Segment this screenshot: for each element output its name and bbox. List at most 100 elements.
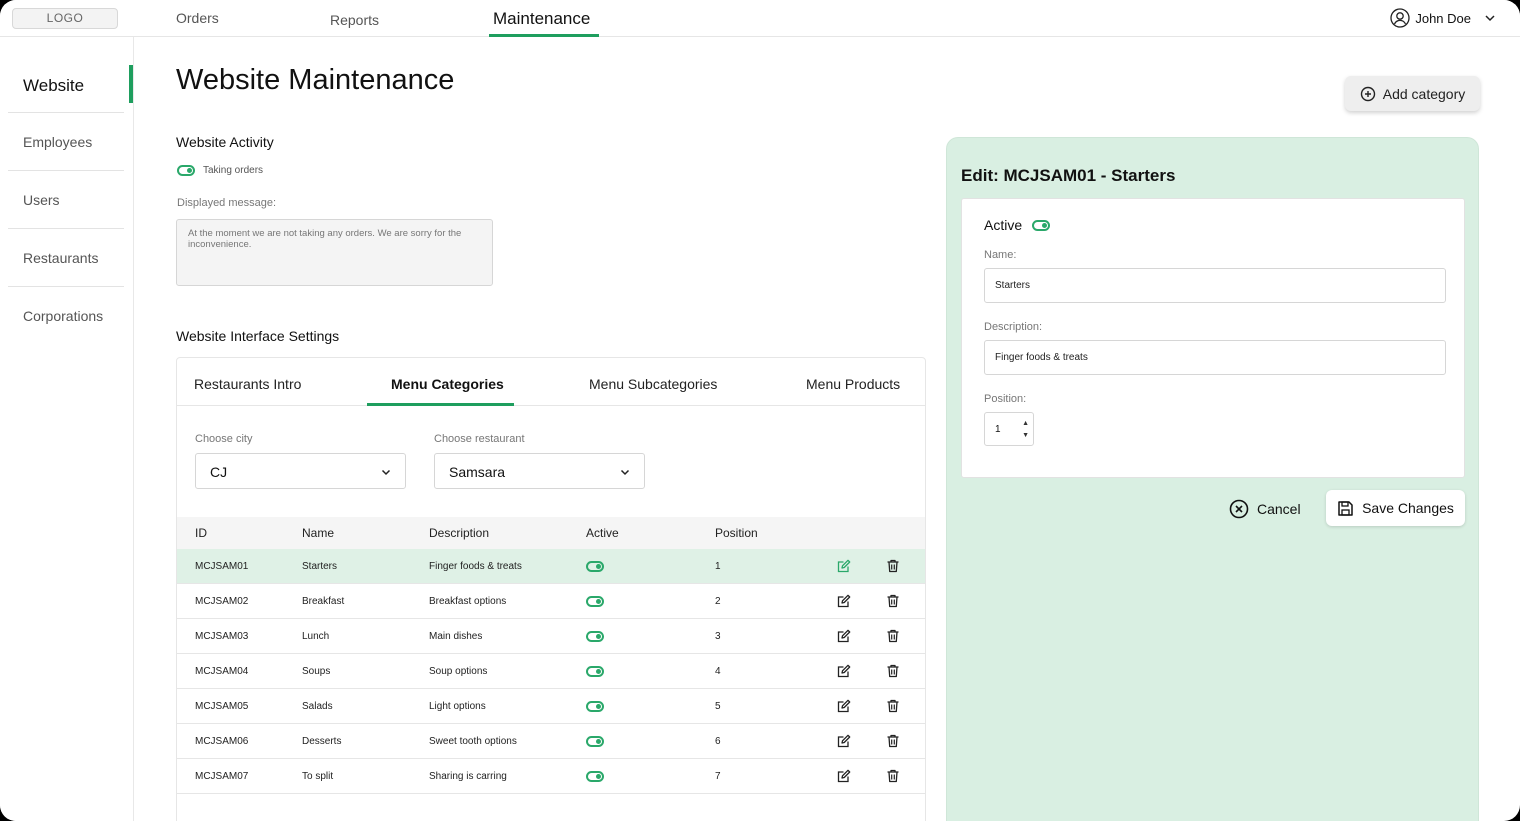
row-active-toggle[interactable]	[586, 771, 604, 782]
trash-icon[interactable]	[886, 594, 900, 613]
cell-name: Salads	[302, 701, 333, 712]
edit-form: Active Name: Starters Description: Finge…	[961, 198, 1465, 478]
top-navigation-bar: LOGO Orders Reports Maintenance John Doe	[0, 0, 1520, 37]
tab-menu-categories[interactable]: Menu Categories	[391, 376, 504, 392]
column-header-description: Description	[429, 526, 490, 540]
table-row[interactable]: MCJSAM02 Breakfast Breakfast options 2	[177, 584, 925, 619]
tab-restaurants-intro[interactable]: Restaurants Intro	[194, 376, 301, 392]
edit-icon[interactable]	[837, 734, 851, 753]
cell-position: 1	[715, 561, 721, 572]
chevron-down-icon	[381, 469, 391, 476]
row-active-toggle[interactable]	[586, 631, 604, 642]
sidebar: Website Employees Users Restaurants Corp…	[0, 37, 134, 821]
cell-position: 2	[715, 596, 721, 607]
nav-orders[interactable]: Orders	[176, 10, 219, 26]
position-label: Position:	[984, 393, 1027, 405]
sidebar-item-restaurants[interactable]: Restaurants	[8, 229, 124, 287]
add-category-label: Add category	[1382, 85, 1466, 102]
user-menu[interactable]: John Doe	[1390, 7, 1498, 29]
sidebar-item-label: Restaurants	[23, 250, 99, 266]
arrow-down-icon[interactable]: ▼	[1022, 430, 1029, 442]
edit-icon[interactable]	[837, 664, 851, 683]
cell-id: MCJSAM07	[195, 771, 249, 782]
position-stepper[interactable]: 1 ▲ ▼	[984, 412, 1034, 446]
row-active-toggle[interactable]	[586, 736, 604, 747]
name-label: Name:	[984, 249, 1017, 261]
row-active-toggle[interactable]	[586, 701, 604, 712]
trash-icon[interactable]	[886, 629, 900, 648]
cell-name: Starters	[302, 561, 338, 572]
trash-icon[interactable]	[886, 769, 900, 788]
tab-menu-products[interactable]: Menu Products	[806, 376, 900, 392]
page-title: Website Maintenance	[176, 64, 455, 96]
sidebar-item-employees[interactable]: Employees	[8, 113, 124, 171]
add-category-button[interactable]: Add category	[1345, 76, 1480, 111]
choose-city-label: Choose city	[195, 433, 253, 445]
arrow-up-icon[interactable]: ▲	[1022, 418, 1029, 430]
trash-icon[interactable]	[886, 559, 900, 578]
cell-position: 5	[715, 701, 721, 712]
name-field[interactable]: Starters	[984, 268, 1446, 303]
stepper-arrows[interactable]: ▲ ▼	[1022, 418, 1029, 442]
edit-icon[interactable]	[837, 699, 851, 718]
sidebar-item-corporations[interactable]: Corporations	[8, 287, 124, 345]
displayed-message-textarea[interactable]: At the moment we are not taking any orde…	[176, 219, 493, 286]
table-row[interactable]: MCJSAM06 Desserts Sweet tooth options 6	[177, 724, 925, 759]
table-row[interactable]: MCJSAM03 Lunch Main dishes 3	[177, 619, 925, 654]
tab-divider	[177, 405, 925, 406]
trash-icon[interactable]	[886, 734, 900, 753]
table-row[interactable]: MCJSAM05 Salads Light options 5	[177, 689, 925, 724]
column-header-name: Name	[302, 526, 335, 540]
table-header: ID Name Description Active Position	[177, 517, 925, 549]
tab-menu-subcategories[interactable]: Menu Subcategories	[589, 376, 717, 392]
cell-position: 3	[715, 631, 721, 642]
plus-circle-icon	[1360, 86, 1375, 101]
active-label: Active	[984, 217, 1023, 233]
website-activity-heading: Website Activity	[176, 134, 274, 150]
cell-name: Breakfast	[302, 596, 345, 607]
row-active-toggle[interactable]	[586, 561, 604, 572]
table-row[interactable]: MCJSAM07 To split Sharing is carring 7	[177, 759, 925, 794]
sidebar-item-website[interactable]: Website	[8, 55, 124, 113]
nav-maintenance[interactable]: Maintenance	[493, 9, 590, 29]
taking-orders-label: Taking orders	[203, 165, 264, 176]
cell-description: Soup options	[429, 666, 488, 677]
close-circle-icon	[1229, 499, 1249, 519]
restaurant-select[interactable]: Samsara	[434, 453, 645, 489]
cell-name: To split	[302, 771, 334, 782]
cell-id: MCJSAM01	[195, 561, 249, 572]
save-icon	[1338, 500, 1353, 516]
edit-category-panel: Edit: MCJSAM01 - Starters Active Name: S…	[946, 137, 1479, 821]
cell-description: Sharing is carring	[429, 771, 507, 782]
trash-icon[interactable]	[886, 664, 900, 683]
row-active-toggle[interactable]	[586, 666, 604, 677]
cell-name: Desserts	[302, 736, 342, 747]
city-select[interactable]: CJ	[195, 453, 406, 489]
table-row[interactable]: MCJSAM01 Starters Finger foods & treats 1	[177, 549, 925, 584]
description-field[interactable]: Finger foods & treats	[984, 340, 1446, 375]
edit-icon[interactable]	[837, 629, 851, 648]
column-header-position: Position	[715, 526, 758, 540]
cell-id: MCJSAM04	[195, 666, 249, 677]
edit-icon[interactable]	[837, 769, 851, 788]
cancel-button[interactable]: Cancel	[1229, 499, 1301, 519]
cell-name: Lunch	[302, 631, 330, 642]
nav-reports[interactable]: Reports	[330, 12, 379, 28]
trash-icon[interactable]	[886, 699, 900, 718]
displayed-message-label: Displayed message:	[177, 197, 277, 209]
cell-description: Light options	[429, 701, 486, 712]
table-row[interactable]: MCJSAM04 Soups Soup options 4	[177, 654, 925, 689]
cell-description: Main dishes	[429, 631, 483, 642]
edit-icon[interactable]	[837, 594, 851, 613]
save-changes-button[interactable]: Save Changes	[1326, 490, 1465, 526]
description-label: Description:	[984, 321, 1043, 333]
edit-panel-title: Edit: MCJSAM01 - Starters	[961, 166, 1176, 185]
active-toggle[interactable]	[1032, 219, 1051, 231]
row-active-toggle[interactable]	[586, 596, 604, 607]
cell-id: MCJSAM02	[195, 596, 249, 607]
sidebar-item-users[interactable]: Users	[8, 171, 124, 229]
taking-orders-toggle[interactable]	[177, 165, 195, 176]
cell-name: Soups	[302, 666, 331, 677]
column-header-id: ID	[195, 526, 207, 540]
edit-icon[interactable]	[837, 559, 851, 578]
